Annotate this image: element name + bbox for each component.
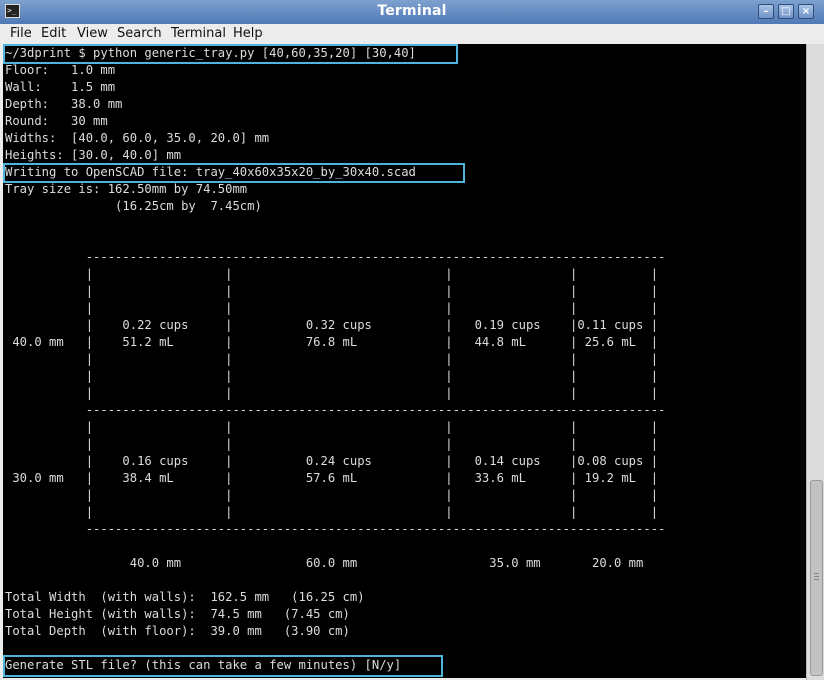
- terminal-line: | | | | |: [5, 488, 659, 502]
- terminal-line: | 0.22 cups | 0.32 cups | 0.19 cups |0.1…: [5, 318, 659, 332]
- terminal-line: Round: 30 mm: [5, 114, 108, 128]
- terminal-line: (16.25cm by 7.45cm): [5, 199, 262, 213]
- terminal-line: Tray size is: 162.50mm by 74.50mm: [5, 182, 248, 196]
- terminal-line: ~/3dprint $ python generic_tray.py [40,6…: [5, 46, 416, 60]
- terminal-line: ----------------------------------------…: [5, 403, 666, 417]
- menu-file[interactable]: File: [10, 26, 32, 41]
- menu-view[interactable]: View: [77, 26, 108, 41]
- menu-bar: File Edit View Search Terminal Help: [0, 24, 824, 44]
- menu-edit[interactable]: Edit: [41, 26, 66, 41]
- menu-help[interactable]: Help: [233, 26, 263, 41]
- terminal-line: | | | | |: [5, 284, 659, 298]
- terminal-line: 40.0 mm | 51.2 mL | 76.8 mL | 44.8 mL | …: [5, 335, 659, 349]
- terminal-line: | | | | |: [5, 505, 659, 519]
- terminal-line: | | | | |: [5, 352, 659, 366]
- vertical-scrollbar[interactable]: [806, 44, 824, 680]
- terminal-line: Total Depth (with floor): 39.0 mm (3.90 …: [5, 624, 350, 638]
- scrollbar-thumb[interactable]: [810, 480, 823, 676]
- terminal-line: | | | | |: [5, 369, 659, 383]
- terminal-line: Widths: [40.0, 60.0, 35.0, 20.0] mm: [5, 131, 270, 145]
- terminal-line: | | | | |: [5, 301, 659, 315]
- terminal-line: ----------------------------------------…: [5, 250, 666, 264]
- terminal-line: | | | | |: [5, 437, 659, 451]
- terminal-line: Floor: 1.0 mm: [5, 63, 116, 77]
- terminal-line: Writing to OpenSCAD file: tray_40x60x35x…: [5, 165, 416, 179]
- menu-search[interactable]: Search: [117, 26, 162, 41]
- terminal-output[interactable]: ~/3dprint $ python generic_tray.py [40,6…: [3, 44, 806, 678]
- menu-terminal[interactable]: Terminal: [171, 26, 226, 41]
- terminal-line: ----------------------------------------…: [5, 522, 666, 536]
- terminal-line: Total Width (with walls): 162.5 mm (16.2…: [5, 590, 365, 604]
- terminal-line: | 0.16 cups | 0.24 cups | 0.14 cups |0.0…: [5, 454, 659, 468]
- terminal-line: Heights: [30.0, 40.0] mm: [5, 148, 182, 162]
- maximize-button[interactable]: □: [778, 4, 794, 19]
- terminal-line: | | | | |: [5, 386, 659, 400]
- window-title: Terminal: [377, 3, 447, 19]
- terminal-line: 40.0 mm 60.0 mm 35.0 mm 20.0 mm: [5, 556, 644, 570]
- terminal-line: Wall: 1.5 mm: [5, 80, 116, 94]
- terminal-line: Generate STL file? (this can take a few …: [5, 658, 402, 672]
- terminal-line: | | | | |: [5, 420, 659, 434]
- terminal-window: >_ Terminal – □ × File Edit View Search …: [0, 0, 824, 680]
- terminal-line: 30.0 mm | 38.4 mL | 57.6 mL | 33.6 mL | …: [5, 471, 659, 485]
- terminal-line: Depth: 38.0 mm: [5, 97, 123, 111]
- terminal-line: Total Height (with walls): 74.5 mm (7.45…: [5, 607, 350, 621]
- terminal-line: | | | | |: [5, 267, 659, 281]
- close-button[interactable]: ×: [798, 4, 814, 19]
- title-bar[interactable]: >_ Terminal – □ ×: [0, 0, 824, 25]
- minimize-button[interactable]: –: [758, 4, 774, 19]
